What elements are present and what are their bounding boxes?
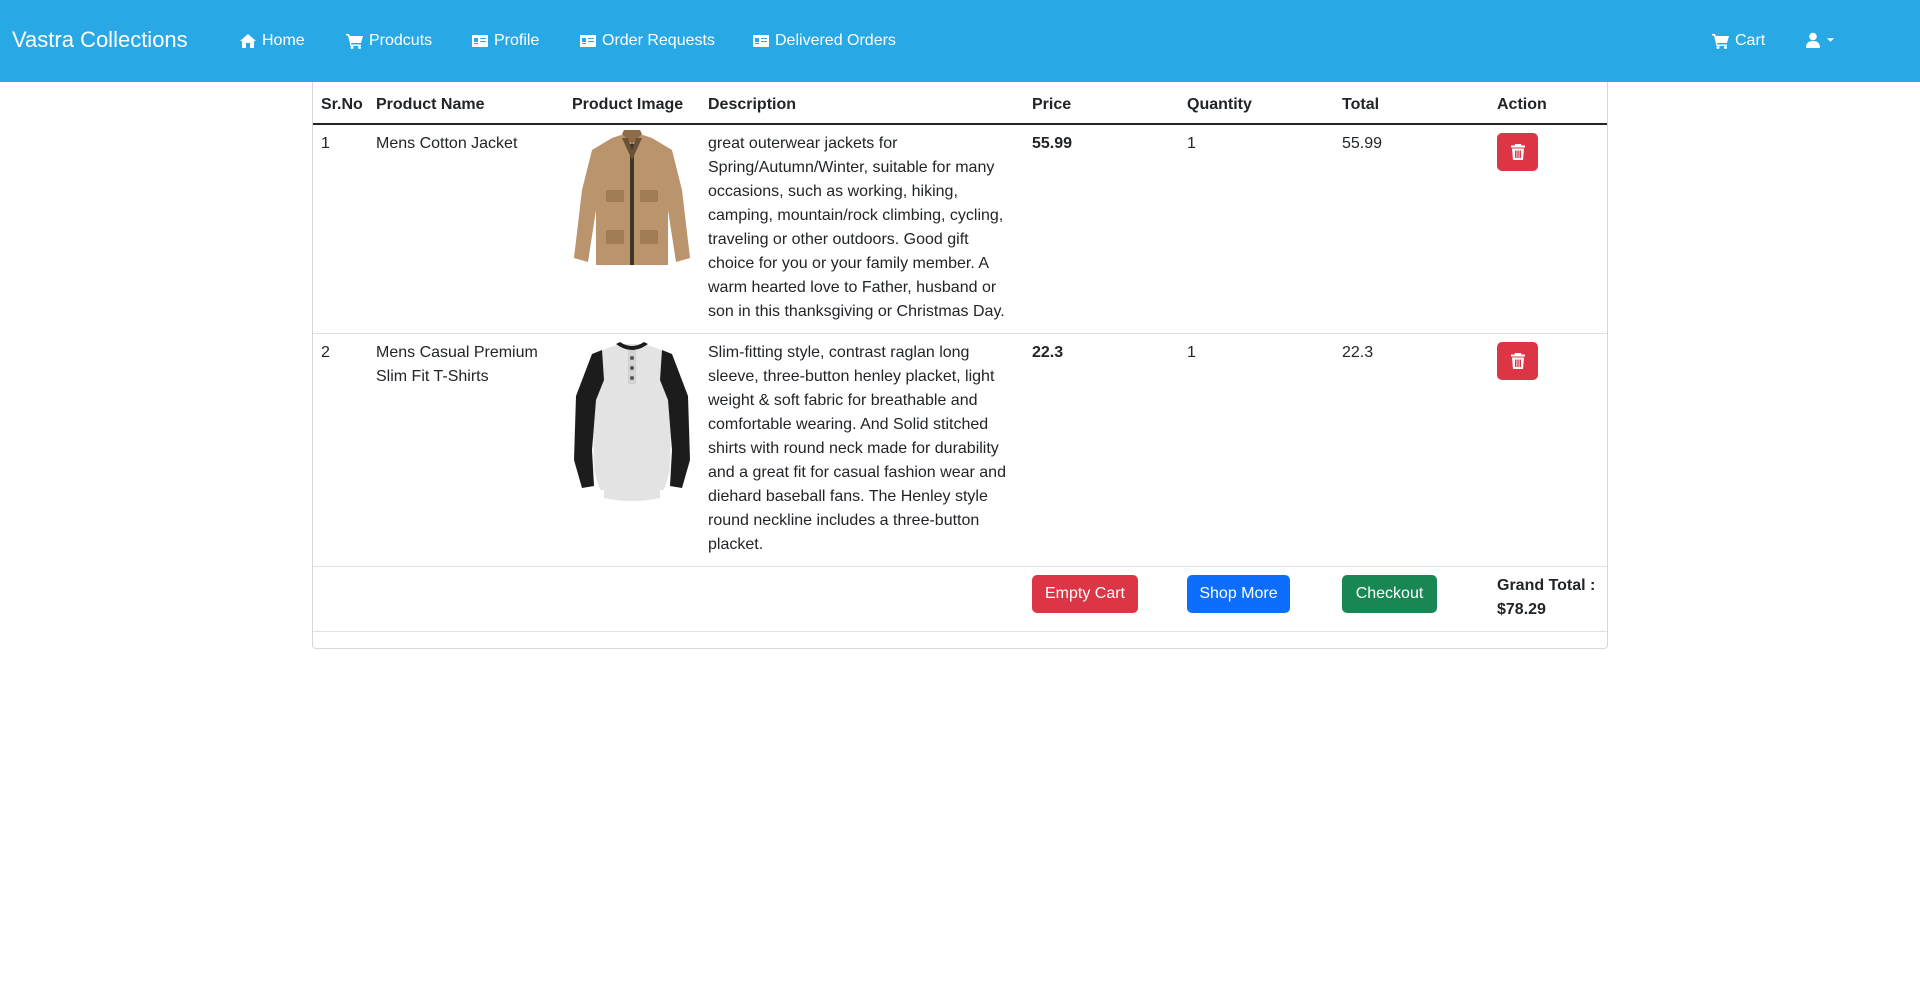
row-description: great outerwear jackets for Spring/Autum… [708, 135, 1005, 320]
nav-delivered-orders[interactable]: Delivered Orders [752, 32, 896, 50]
id-card-icon [753, 35, 769, 47]
row-srno: 2 [321, 344, 330, 361]
header-quantity: Quantity [1187, 96, 1252, 113]
delete-item-button[interactable] [1497, 342, 1538, 380]
nav-delivered-orders-label: Delivered Orders [775, 32, 896, 49]
delete-item-button[interactable] [1497, 133, 1538, 171]
id-card-icon [472, 35, 488, 47]
home-icon [240, 34, 256, 48]
row-divider [313, 333, 1607, 334]
nav-home-label: Home [262, 32, 305, 49]
row-product-name: Mens Casual Premium Slim Fit T-Shirts [376, 344, 538, 385]
row-description: Slim-fitting style, contrast raglan long… [708, 344, 1006, 553]
row-price: 22.3 [1032, 344, 1064, 361]
row-total: 22.3 [1342, 344, 1374, 361]
row-total: 55.99 [1342, 135, 1383, 152]
row-product-name: Mens Cotton Jacket [376, 135, 518, 152]
grand-total-label: Grand Total : [1497, 577, 1596, 594]
trash-icon [1510, 144, 1525, 160]
header-product-image: Product Image [572, 96, 684, 113]
top-navbar: Vastra Collections Home Prodcuts Profile… [0, 0, 1920, 82]
cart-icon [346, 34, 363, 49]
row-srno: 1 [321, 135, 330, 152]
header-product-name: Product Name [376, 96, 485, 113]
nav-profile-label: Profile [494, 32, 540, 49]
row-quantity: 1 [1187, 135, 1196, 152]
tshirt-image [574, 342, 690, 501]
id-card-icon [580, 35, 596, 47]
row-divider [313, 631, 1607, 632]
header-srno: Sr.No [321, 96, 363, 113]
nav-order-requests[interactable]: Order Requests [579, 32, 715, 50]
header-action: Action [1497, 96, 1547, 113]
header-description: Description [708, 96, 797, 113]
nav-cart[interactable]: Cart [1712, 32, 1765, 50]
empty-cart-button[interactable]: Empty Cart [1032, 575, 1138, 613]
checkout-button[interactable]: Checkout [1342, 575, 1437, 613]
header-total: Total [1342, 96, 1380, 113]
user-menu-dropdown[interactable] [1805, 32, 1835, 48]
caret-down-icon [1826, 38, 1835, 42]
row-price: 55.99 [1032, 135, 1073, 152]
nav-cart-label: Cart [1735, 32, 1766, 49]
grand-total-value: $78.29 [1497, 601, 1546, 618]
jacket-image [574, 130, 690, 265]
row-divider [313, 566, 1607, 567]
nav-products[interactable]: Prodcuts [346, 32, 432, 50]
nav-products-label: Prodcuts [369, 32, 433, 49]
shop-more-button[interactable]: Shop More [1187, 575, 1290, 613]
trash-icon [1510, 353, 1525, 369]
row-quantity: 1 [1187, 344, 1196, 361]
table-header-divider [313, 123, 1607, 125]
nav-order-requests-label: Order Requests [602, 32, 715, 49]
header-price: Price [1032, 96, 1072, 113]
nav-home[interactable]: Home [239, 32, 305, 50]
cart-icon [1712, 34, 1729, 49]
nav-profile[interactable]: Profile [471, 32, 539, 50]
user-icon [1806, 32, 1820, 48]
brand-logo[interactable]: Vastra Collections [12, 27, 188, 53]
